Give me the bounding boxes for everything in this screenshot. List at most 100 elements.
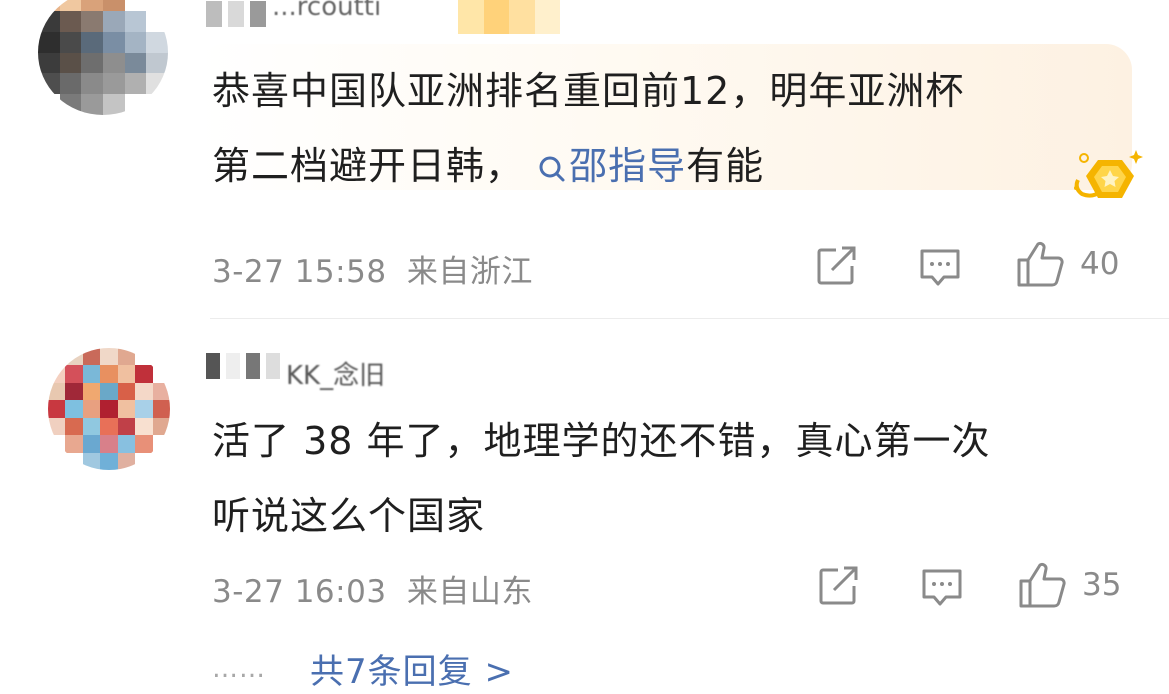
avatar-pixel [100,382,118,401]
avatar-pixel [117,417,136,436]
avatar-pixel [117,365,136,383]
avatar-pixel [100,348,118,366]
avatar-pixel [38,52,60,74]
avatar-pixel [124,73,147,95]
avatar-pixel [81,10,103,32]
username[interactable]: ...rcoutti [206,0,381,34]
share-icon [819,566,858,605]
comment-line-end: 有能 [686,144,765,188]
avatar-pixel [65,417,83,436]
comment-line: 听说这么个国家 [212,494,486,538]
comment-button[interactable] [918,247,962,287]
avatar-pixel [59,0,82,11]
like-count: 35 [1082,567,1122,603]
avatar-pixel [124,0,147,11]
comment-location: 来自浙江 [406,254,533,290]
avatar-pixel [48,400,66,418]
avatar-pixel [135,365,153,383]
avatar-pixel [152,365,170,383]
avatar-pixel [152,400,170,418]
share-icon [817,246,856,285]
avatar-pixel [82,365,101,383]
medal-icon [1074,150,1143,198]
avatar-pixel [38,73,60,95]
topic-link[interactable]: 邵指导 [537,144,686,188]
avatar-pixel [146,0,168,11]
avatar-pixel [102,73,125,95]
username[interactable]: KK_念旧 [206,346,385,391]
avatar-pixel [124,94,147,115]
like-count: 40 [1080,246,1120,282]
avatar-pixel [82,348,101,366]
avatar-pixel [38,10,60,32]
avatar-pixel [48,382,66,401]
username-text: ...rcoutti [272,0,382,22]
avatar-pixel [102,10,125,32]
like-button[interactable]: 35 [1018,561,1121,609]
avatar-pixel [59,52,82,74]
avatar-pixel [59,73,82,95]
avatar-pixel [81,94,103,115]
avatar-pixel [152,417,170,436]
avatar-pixel [152,435,170,453]
comment-meta: 3-27 16:03 来自山东 [212,566,533,611]
avatar-pixel [117,435,136,453]
comment-location: 来自山东 [406,574,533,610]
topic-link-label: 邵指导 [569,144,687,188]
view-replies-link[interactable]: 共7条回复 > [310,644,514,693]
avatar-pixel [146,10,168,32]
comment-time: 3-27 16:03 [212,574,387,610]
avatar-pixel [124,52,147,74]
avatar-pixel [135,348,153,366]
avatar-pixel [48,452,66,470]
comment-line: 恭喜中国队亚洲排名重回前12，明年亚洲杯 [212,69,965,113]
avatar-pixel [135,452,153,470]
avatar[interactable] [38,0,168,115]
like-button[interactable]: 40 [1016,240,1119,288]
avatar-pixel [117,382,136,401]
avatar-pixel [65,400,83,418]
avatar-pixel [135,400,153,418]
avatar-pixel [38,0,60,11]
avatar-pixel [100,435,118,453]
comment-line: 活了 38 年了，地理学的还不错，真心第一次 [212,419,991,463]
comment-icon [922,569,962,606]
like-icon [1019,562,1066,608]
avatar-pixel [117,452,136,470]
avatar-pixel [124,31,147,53]
avatar-pixel [100,417,118,436]
avatar-pixel [82,382,101,401]
avatar-pixel [59,31,82,53]
avatar-pixel [102,31,125,53]
comment-button[interactable] [920,567,964,607]
share-button[interactable] [818,566,860,606]
avatar-pixel [102,0,125,11]
avatar-pixel [59,10,82,32]
avatar-pixel [102,94,125,115]
avatar-pixel [146,94,168,115]
avatar-pixel [48,365,66,383]
avatar-pixel [65,382,83,401]
avatar-pixel [124,10,147,32]
avatar-pixel [135,435,153,453]
avatar[interactable] [48,348,170,470]
avatar-pixel [81,73,103,95]
avatar-pixel [135,382,153,401]
avatar-pixel [59,94,82,115]
avatar-pixel [65,348,83,366]
avatar-pixel [48,348,66,366]
comment-item-2: KK_念旧 活了 38 年了，地理学的还不错，真心第一次 听说这么个国家 [0,318,1169,618]
avatar-pixel [146,52,168,74]
avatar-pixel [82,400,101,418]
avatar-pixel [135,417,153,436]
avatar-pixel [117,400,136,418]
avatar-pixel [81,0,103,11]
user-badge [458,0,560,34]
avatar-pixel [65,435,83,453]
avatar-pixel [152,382,170,401]
avatar-pixel [146,73,168,95]
avatar-pixel [48,417,66,436]
search-icon [539,156,565,181]
share-button[interactable] [816,246,858,286]
avatar-pixel [100,452,118,470]
